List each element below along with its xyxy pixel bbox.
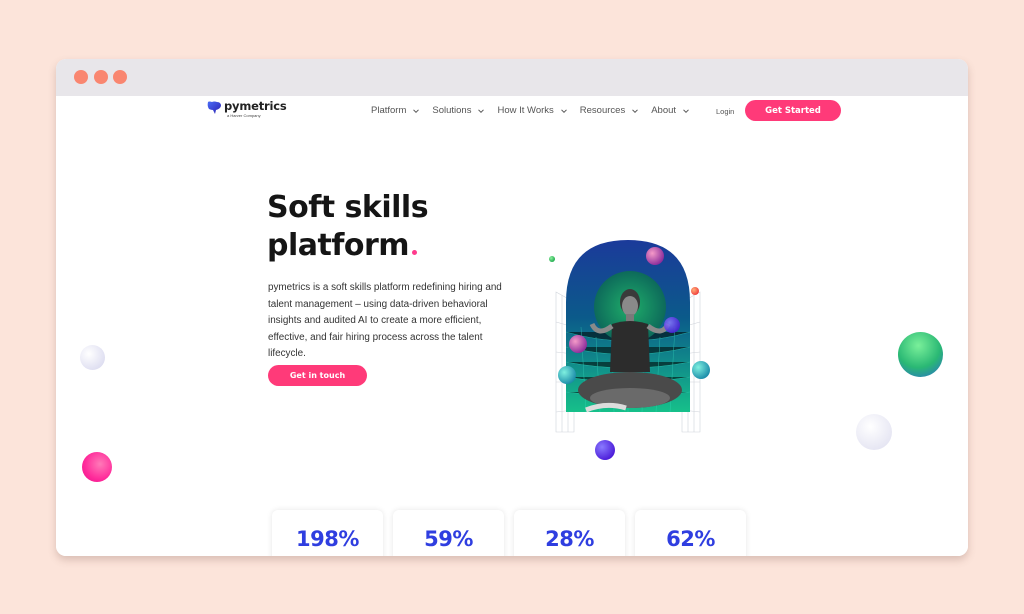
- hero-title-line1: Soft skills: [267, 190, 429, 225]
- close-window-button[interactable]: [74, 70, 88, 84]
- hero-title-line2: platform: [267, 228, 410, 263]
- web-page: pymetrics a Harver Company Platform Solu…: [56, 96, 968, 556]
- minimize-window-button[interactable]: [94, 70, 108, 84]
- window-titlebar: [56, 59, 968, 96]
- nav-item-solutions[interactable]: Solutions: [432, 105, 485, 116]
- decorative-sphere-lavender: [80, 345, 105, 370]
- hero-title: Soft skills platform: [267, 189, 429, 265]
- decorative-sphere-white: [856, 414, 892, 450]
- title-accent-dot: [412, 250, 418, 255]
- nav-item-about[interactable]: About: [651, 105, 689, 116]
- main-nav: Platform Solutions How It Works Resource…: [371, 105, 702, 116]
- logo-subtitle: a Harver Company: [227, 113, 261, 118]
- stat-card: 198%: [272, 510, 383, 556]
- stat-card: 28%: [514, 510, 625, 556]
- hero-description: pymetrics is a soft skills platform rede…: [268, 282, 502, 359]
- nav-item-label: Platform: [371, 105, 407, 116]
- chevron-down-icon: [413, 108, 420, 113]
- stat-card: 62%: [635, 510, 746, 556]
- nav-item-platform[interactable]: Platform: [371, 105, 420, 116]
- chevron-down-icon: [632, 108, 639, 113]
- nav-item-label: Solutions: [432, 105, 472, 116]
- nav-item-how-it-works[interactable]: How It Works: [497, 105, 567, 116]
- nav-item-label: How It Works: [497, 105, 554, 116]
- stat-value: 62%: [666, 527, 715, 551]
- decorative-sphere-green: [898, 332, 943, 377]
- browser-window: pymetrics a Harver Company Platform Solu…: [56, 59, 968, 556]
- nav-item-label: Resources: [579, 105, 626, 116]
- stat-card: 59%: [393, 510, 504, 556]
- login-link[interactable]: Login: [716, 107, 734, 116]
- logo-brain-icon: [207, 101, 221, 114]
- chevron-down-icon: [560, 108, 567, 113]
- stats-row: 198% 59% 28% 62%: [272, 510, 756, 556]
- chevron-down-icon: [683, 108, 689, 113]
- stat-value: 198%: [296, 527, 359, 551]
- stat-value: 28%: [545, 527, 594, 551]
- hero-illustration: [549, 240, 710, 460]
- nav-item-resources[interactable]: Resources: [579, 105, 639, 116]
- stat-value: 59%: [424, 527, 473, 551]
- pymetrics-logo[interactable]: pymetrics a Harver Company: [206, 99, 287, 118]
- get-started-button[interactable]: Get Started: [745, 100, 841, 121]
- logo-name: pymetrics: [224, 99, 287, 113]
- nav-item-label: About: [651, 105, 677, 116]
- decorative-sphere-pink: [82, 452, 112, 482]
- get-in-touch-button[interactable]: Get in touch: [268, 365, 367, 386]
- chevron-down-icon: [478, 108, 485, 113]
- maximize-window-button[interactable]: [113, 70, 127, 84]
